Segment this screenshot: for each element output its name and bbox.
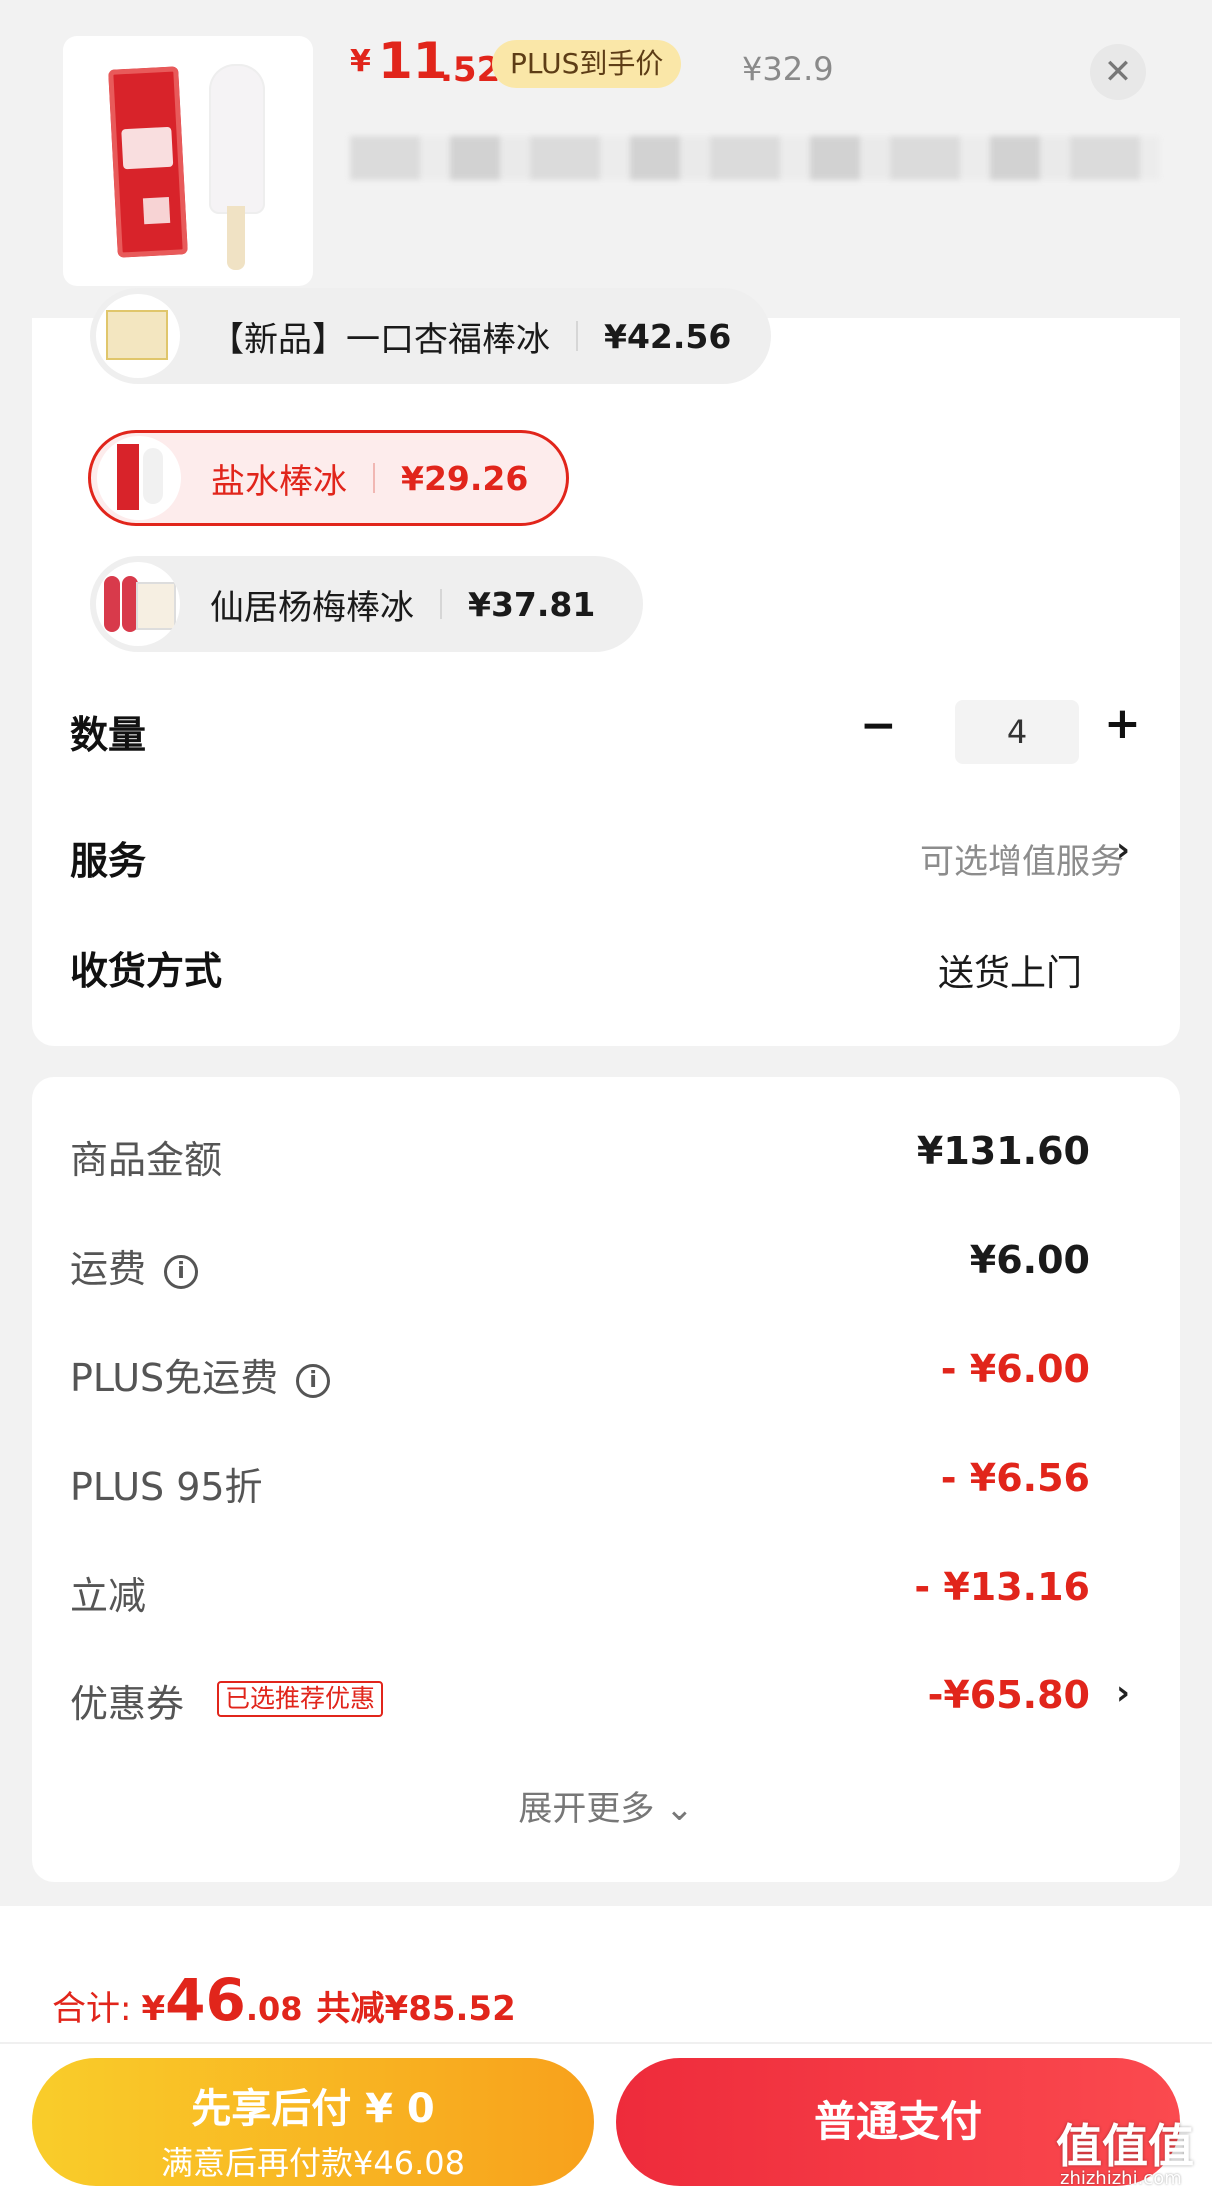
divider	[0, 2042, 1212, 2044]
variant-name: 【新品】一口杏福棒冰	[210, 319, 550, 360]
watermark-logo: 值值值	[1056, 2119, 1194, 2173]
plus-free-shipping-label-text: PLUS免运费	[70, 1356, 279, 1400]
shipping-value: ¥6.00	[969, 1238, 1090, 1282]
variant-price: ¥29.26	[401, 458, 529, 498]
shipping-label-text: 运费	[70, 1247, 147, 1291]
variant-price: ¥37.81	[468, 584, 596, 624]
ice-bar-stick	[227, 206, 245, 270]
total-saved: 共减¥85.52	[316, 1989, 516, 2029]
goods-amount-value: ¥131.60	[916, 1129, 1090, 1173]
service-value[interactable]: 可选增值服务	[920, 834, 1124, 883]
variant-chip-salt-water[interactable]: 盐水棒冰 ¥29.26	[88, 430, 570, 526]
shipping-label: 运费 i	[70, 1238, 199, 1293]
variant-separator	[576, 321, 578, 351]
close-icon[interactable]: ✕	[1090, 44, 1146, 100]
variant-thumbnail	[96, 294, 180, 378]
options-card: 【新品】一口杏福棒冰 ¥42.56 盐水棒冰 ¥29.26 仙居杨梅棒冰 ¥37…	[32, 288, 1180, 1046]
checkout-bar: 合计: ¥46.08 共减¥85.52 先享后付 ¥ 0 满意后再付款¥46.08 …	[0, 1906, 1212, 2196]
variant-chip-bayberry[interactable]: 仙居杨梅棒冰 ¥37.81	[90, 556, 644, 652]
total-label: 合计:	[52, 1989, 132, 2029]
info-icon[interactable]: i	[296, 1363, 331, 1398]
total-summary: 合计: ¥46.08 共减¥85.52	[52, 1966, 516, 2034]
chevron-right-icon[interactable]: ›	[1116, 1673, 1130, 1713]
variant-separator	[373, 463, 375, 493]
blurred-product-title	[350, 136, 1160, 180]
plus-price-badge: PLUS到手价	[492, 40, 682, 88]
plus-discount-label: PLUS 95折	[70, 1465, 263, 1509]
variant-chip-new-apricot[interactable]: 【新品】一口杏福棒冰 ¥42.56	[90, 288, 772, 384]
service-label: 服务	[70, 839, 147, 883]
coupon-label: 优惠券	[70, 1682, 185, 1726]
variant-name: 盐水棒冰	[211, 461, 347, 502]
variant-price: ¥42.56	[604, 316, 732, 356]
variant-thumbnail	[96, 562, 180, 646]
plus-discount-value: - ¥6.56	[940, 1456, 1090, 1500]
watermark-url: zhizhizhi.com	[1060, 2168, 1182, 2189]
coupon-recommended-tag: 已选推荐优惠	[217, 1681, 384, 1717]
instant-cut-value: - ¥13.16	[914, 1565, 1090, 1609]
variant-name: 仙居杨梅棒冰	[210, 587, 414, 628]
quantity-input[interactable]: 4	[955, 700, 1079, 764]
chevron-right-icon[interactable]: ›	[1116, 830, 1130, 870]
variant-separator	[440, 589, 442, 619]
price-integer: 11	[378, 32, 448, 90]
delivery-label: 收货方式	[70, 949, 223, 993]
plus-free-shipping-label: PLUS免运费 i	[70, 1347, 331, 1402]
total-currency: ¥	[141, 1989, 166, 2029]
total-integer: 46	[165, 1966, 246, 2034]
pay-later-title: 先享后付 ¥ 0	[191, 2086, 435, 2132]
total-decimal: .08	[245, 1990, 303, 2028]
variant-thumbnail	[97, 436, 181, 520]
original-price: ¥32.9	[742, 50, 834, 88]
pay-later-subtitle: 满意后再付款¥46.08	[161, 2144, 465, 2182]
info-icon[interactable]: i	[164, 1254, 199, 1289]
quantity-plus-button[interactable]: +	[1104, 702, 1141, 746]
product-header: ¥ 11 .52 PLUS到手价 ¥32.9 ✕	[0, 0, 1212, 318]
coupon-value[interactable]: -¥65.80	[928, 1673, 1090, 1717]
fee-breakdown-card: 商品金额 ¥131.60 运费 i ¥6.00 PLUS免运费 i - ¥6.00 …	[32, 1077, 1180, 1882]
product-thumbnail	[63, 36, 313, 286]
ice-bar-image	[209, 64, 265, 214]
plus-free-shipping-value: - ¥6.00	[940, 1347, 1090, 1391]
delivery-value[interactable]: 送货上门	[938, 944, 1082, 996]
pay-later-button[interactable]: 先享后付 ¥ 0 满意后再付款¥46.08	[32, 2058, 594, 2186]
ice-bar-package-image	[108, 66, 188, 258]
price-decimal: .52	[440, 50, 501, 90]
quantity-label: 数量	[70, 713, 147, 757]
expand-more-button[interactable]: 展开更多 ⌄	[32, 1781, 1180, 1830]
price-currency: ¥	[350, 44, 371, 79]
goods-amount-label: 商品金额	[70, 1138, 223, 1182]
quantity-minus-button[interactable]: −	[860, 704, 897, 748]
instant-cut-label: 立减	[70, 1574, 147, 1618]
